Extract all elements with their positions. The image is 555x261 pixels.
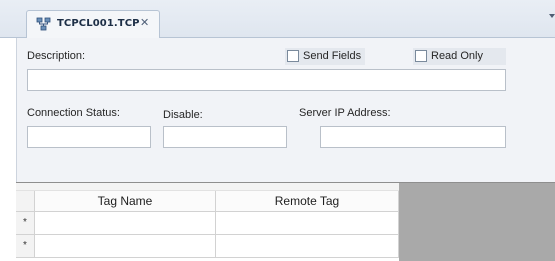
grid-corner-header[interactable] [16, 191, 35, 212]
description-input[interactable] [27, 69, 506, 91]
description-label: Description: [27, 50, 86, 62]
column-header-remote-tag[interactable]: Remote Tag [216, 191, 399, 212]
tab-title: TCPCL001.TCP [57, 18, 140, 29]
send-fields-checkbox-group[interactable]: Send Fields [285, 48, 365, 65]
tag-grid-area: Tag Name Remote Tag * * [16, 182, 555, 261]
send-fields-label: Send Fields [303, 50, 362, 62]
table-cell-tag-name[interactable] [35, 212, 216, 235]
server-ip-label: Server IP Address: [299, 107, 391, 119]
document-tab-strip: TCPCL001.TCP ✕ [0, 0, 555, 39]
read-only-label: Read Only [431, 50, 483, 62]
connection-status-label: Connection Status: [27, 107, 120, 119]
connection-properties-panel: Description: Send Fields Read Only Conne… [16, 38, 555, 182]
row-header-new[interactable]: * [16, 235, 35, 258]
network-connection-icon [36, 17, 51, 31]
close-icon[interactable]: ✕ [140, 16, 149, 29]
row-header-new[interactable]: * [16, 212, 35, 235]
grid-top-bar [16, 183, 399, 191]
server-ip-field[interactable] [320, 126, 506, 148]
tab-tcpcl001[interactable]: TCPCL001.TCP ✕ [26, 10, 160, 39]
connection-status-field[interactable] [27, 126, 151, 148]
tab-list-dropdown-icon[interactable] [549, 14, 555, 18]
read-only-checkbox[interactable] [415, 50, 427, 62]
tcp-config-window: TCPCL001.TCP ✕ Description: Send Fields … [0, 0, 555, 261]
tag-grid: Tag Name Remote Tag * * [16, 183, 399, 261]
column-header-tag-name[interactable]: Tag Name [35, 191, 216, 212]
read-only-checkbox-group[interactable]: Read Only [413, 48, 506, 65]
disable-label: Disable: [163, 109, 203, 121]
table-cell-remote-tag[interactable] [216, 212, 399, 235]
table-cell-tag-name[interactable] [35, 235, 216, 258]
disable-field[interactable] [163, 126, 287, 148]
table-cell-remote-tag[interactable] [216, 235, 399, 258]
send-fields-checkbox[interactable] [287, 50, 299, 62]
